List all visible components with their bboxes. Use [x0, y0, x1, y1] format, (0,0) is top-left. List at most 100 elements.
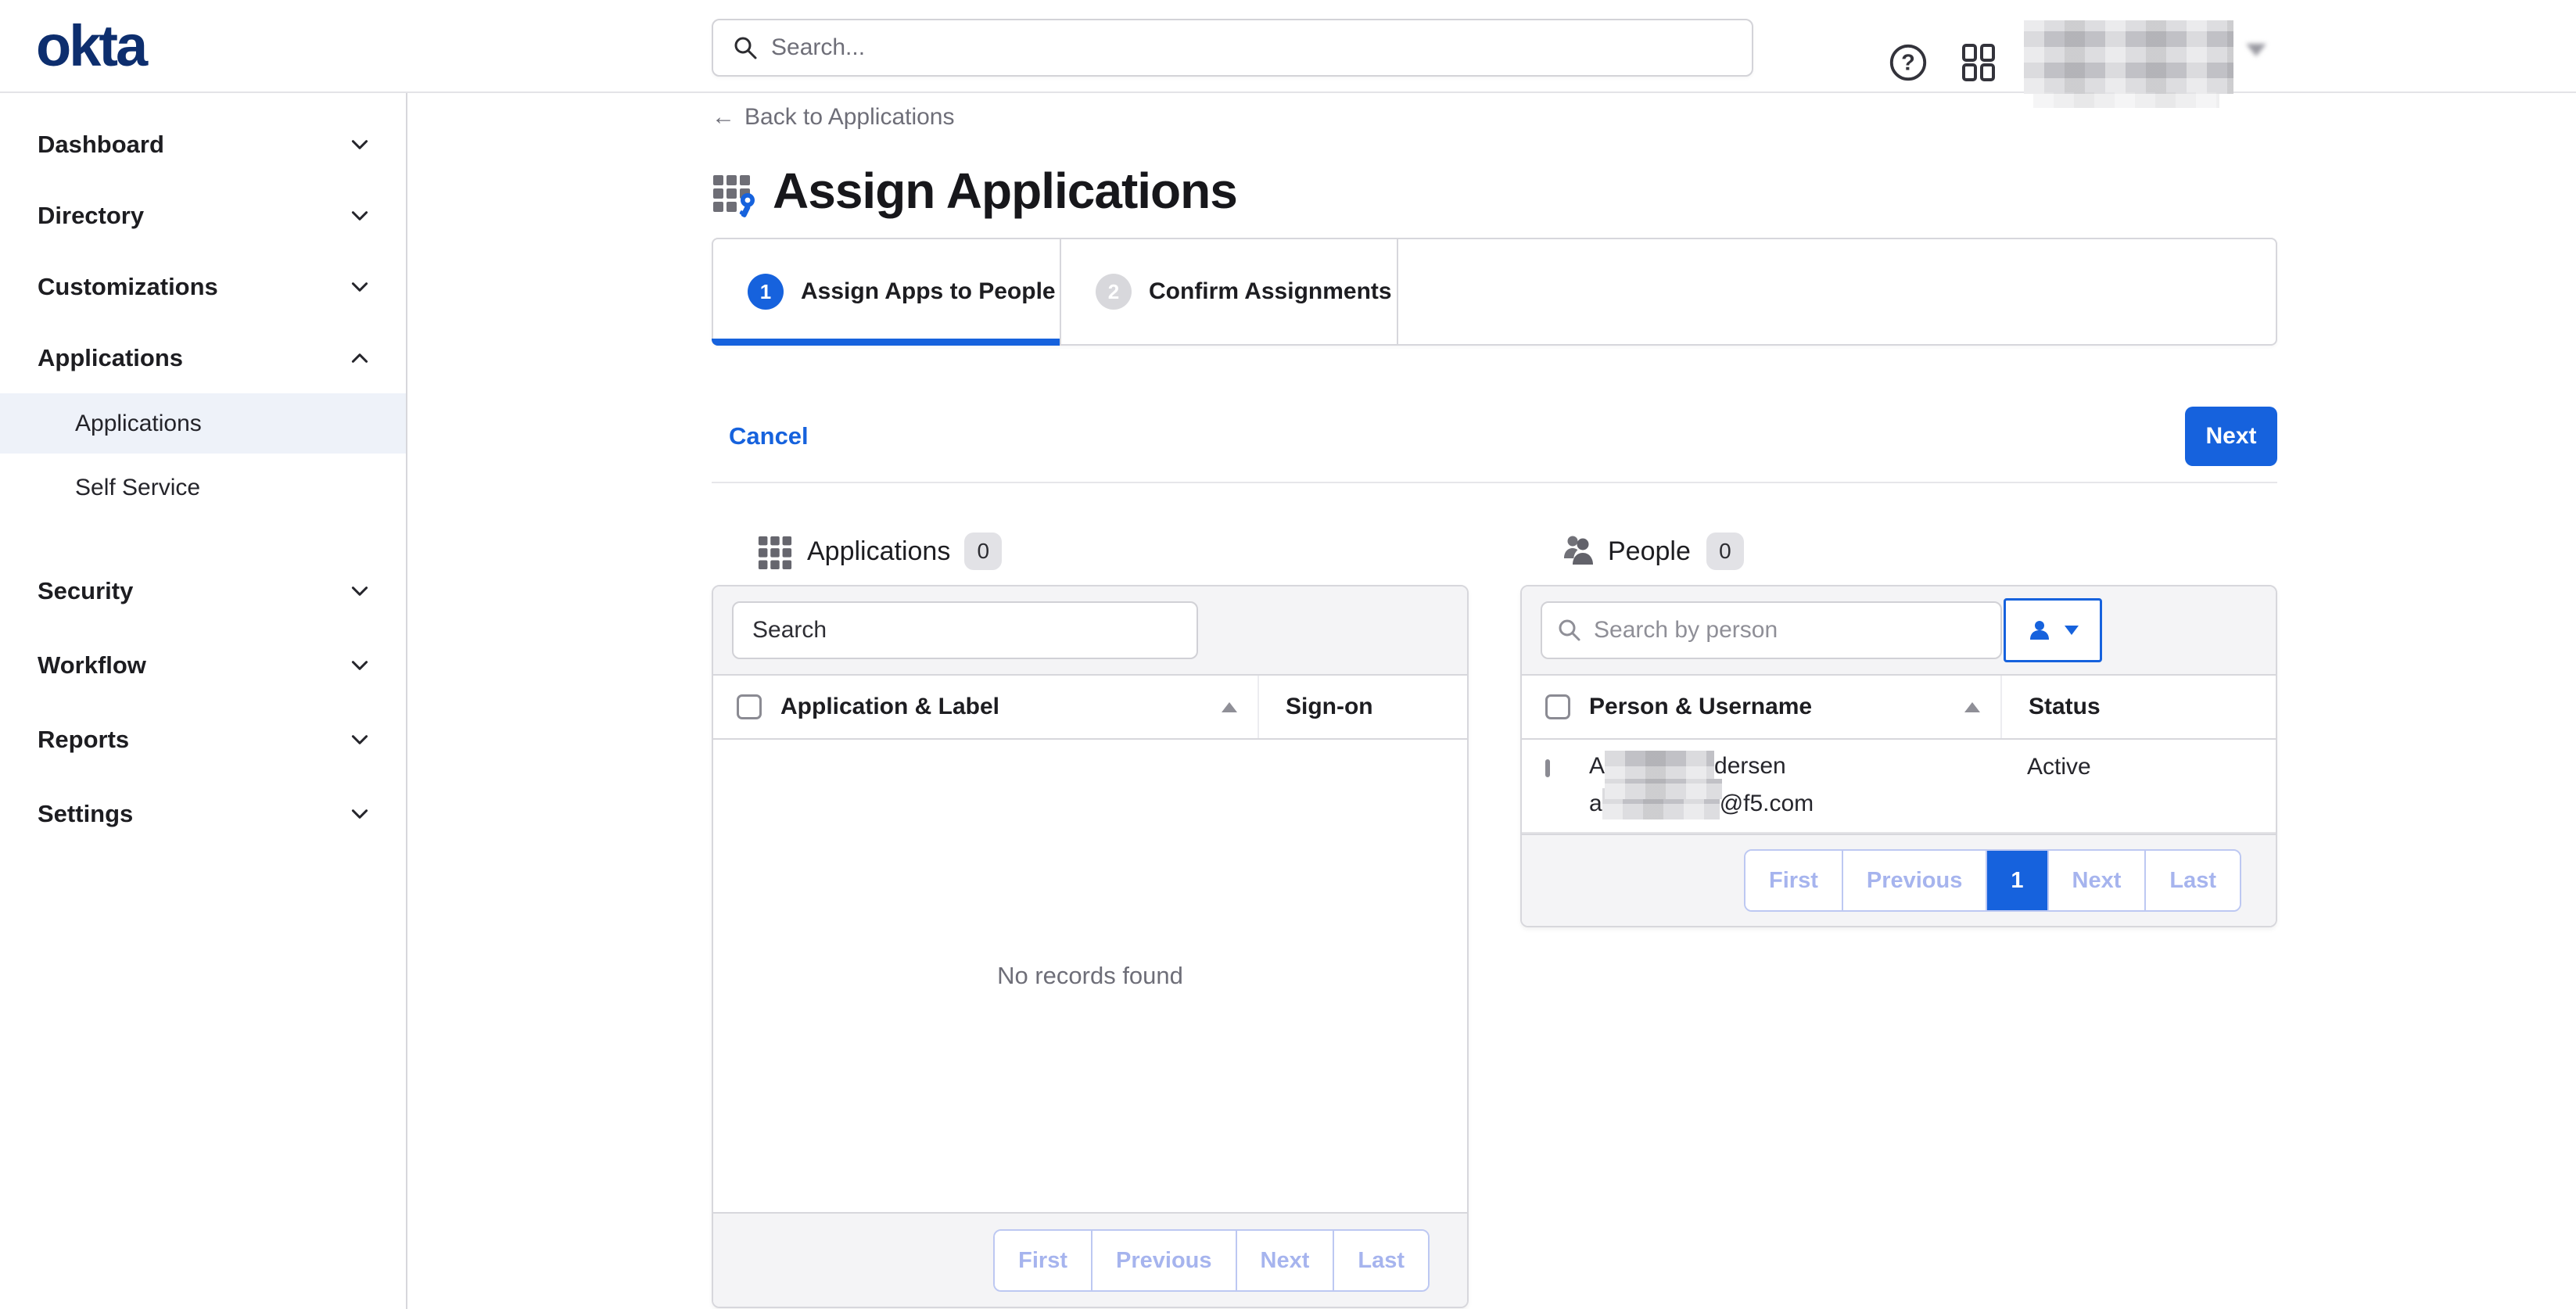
sidebar-item-dashboard[interactable]: Dashboard: [0, 109, 406, 180]
name-redacted-blur: [1605, 751, 1714, 782]
pagination-first-button[interactable]: First: [995, 1231, 1091, 1290]
search-icon: [732, 34, 759, 61]
chevron-down-icon: [348, 579, 371, 603]
sidebar-item-workflow[interactable]: Workflow: [0, 628, 406, 702]
pagination-next-button[interactable]: Next: [2047, 851, 2145, 910]
person-row[interactable]: A dersen a @f5.com: [1522, 740, 2276, 834]
sort-ascending-icon[interactable]: [1222, 702, 1237, 712]
help-button[interactable]: ?: [1886, 41, 1930, 84]
column-sign-on[interactable]: Sign-on: [1258, 676, 1467, 738]
sidebar-item-customizations[interactable]: Customizations: [0, 251, 406, 322]
applications-count-badge: 0: [964, 533, 1002, 570]
sidebar-item-label: Dashboard: [38, 131, 164, 159]
step-tab-confirm-assignments[interactable]: 2 Confirm Assignments: [1061, 239, 1398, 344]
people-panel-heading: People 0: [1520, 525, 2277, 577]
empty-message: No records found: [997, 962, 1183, 990]
global-search-input[interactable]: [771, 34, 1733, 61]
email-prefix: a: [1589, 791, 1602, 817]
applications-search-bar: [713, 586, 1467, 676]
back-arrow-icon: ←: [712, 104, 735, 131]
people-panel: Person & Username Status: [1520, 585, 2277, 927]
pagination-previous-button[interactable]: Previous: [1091, 1231, 1236, 1290]
page-title: Assign Applications: [773, 165, 1237, 217]
pagination-first-button[interactable]: First: [1745, 851, 1842, 910]
step-number-badge: 2: [1096, 274, 1132, 310]
topbar: okta ?: [0, 0, 2576, 93]
person-filter-dropdown[interactable]: [2004, 598, 2102, 662]
global-search[interactable]: [712, 19, 1753, 77]
select-all-checkbox[interactable]: [1545, 694, 1570, 719]
people-table-header: Person & Username Status: [1522, 676, 2276, 740]
sidebar-item-applications[interactable]: Applications: [0, 322, 406, 393]
user-menu-caret-icon[interactable]: [2246, 44, 2266, 56]
email-suffix: @f5.com: [1720, 791, 1814, 817]
pagination-last-button[interactable]: Last: [1333, 1231, 1428, 1290]
applications-empty-state: No records found: [713, 740, 1467, 1212]
user-account-redacted-band: [2033, 92, 2219, 108]
sidebar-item-label: Applications: [38, 344, 183, 372]
select-all-checkbox[interactable]: [737, 694, 762, 719]
okta-logo: okta: [36, 17, 145, 75]
pagination-next-button[interactable]: Next: [1236, 1231, 1333, 1290]
sidebar-item-label: Customizations: [38, 273, 218, 301]
applications-grid-icon: [757, 533, 793, 569]
chevron-down-icon: [348, 204, 371, 228]
column-status[interactable]: Status: [2000, 676, 2276, 738]
pagination-previous-button[interactable]: Previous: [1842, 851, 1986, 910]
sidebar-subitem-applications[interactable]: Applications: [0, 393, 406, 454]
sidebar-spacer: [0, 522, 406, 554]
people-table-footer: First Previous 1 Next Last: [1522, 834, 2276, 926]
user-account-redacted[interactable]: [2024, 20, 2233, 94]
next-button[interactable]: Next: [2185, 407, 2277, 466]
assign-applications-icon: [712, 169, 759, 217]
header-checkbox-cell: [1522, 676, 1573, 738]
redacted-blur: [1605, 779, 1722, 799]
column-label: Status: [2029, 694, 2101, 720]
people-count-badge: 0: [1706, 533, 1744, 570]
column-person-username[interactable]: Person & Username: [1573, 676, 2000, 738]
sidebar-item-directory[interactable]: Directory: [0, 180, 406, 251]
row-checkbox[interactable]: [1545, 759, 1550, 777]
applications-panel-heading: Applications 0: [712, 525, 1469, 577]
sidebar-item-label: Settings: [38, 800, 133, 828]
app-switcher-grid-icon: [1957, 41, 2000, 84]
name-suffix: dersen: [1714, 753, 1786, 780]
sidebar-item-reports[interactable]: Reports: [0, 702, 406, 776]
cancel-link[interactable]: Cancel: [729, 422, 809, 450]
svg-text:?: ?: [1901, 51, 1915, 76]
back-to-applications-link[interactable]: ← Back to Applications: [712, 104, 955, 131]
search-icon: [1556, 617, 1583, 644]
sidebar-subitem-self-service[interactable]: Self Service: [0, 454, 406, 522]
people-search-input[interactable]: [1541, 601, 2002, 659]
pagination-page-1-button[interactable]: 1: [1986, 851, 2047, 910]
sidebar-item-label: Directory: [38, 202, 144, 230]
caret-down-icon: [2065, 626, 2079, 635]
sidebar-item-settings[interactable]: Settings: [0, 776, 406, 851]
question-circle-icon: ?: [1887, 41, 1929, 84]
person-icon: [2027, 618, 2052, 643]
sidebar-item-security[interactable]: Security: [0, 554, 406, 628]
step-tab-assign-apps[interactable]: 1 Assign Apps to People: [713, 239, 1061, 344]
sort-ascending-icon[interactable]: [1964, 702, 1980, 712]
step-label: Assign Apps to People: [801, 278, 1056, 305]
person-name-cell: A dersen a @f5.com: [1573, 740, 2000, 832]
back-link-label: Back to Applications: [744, 104, 955, 131]
chevron-down-icon: [348, 654, 371, 677]
actions-row: Cancel Next: [712, 407, 2277, 466]
sidebar-subitem-label: Self Service: [75, 475, 200, 501]
sidebar-item-label: Reports: [38, 726, 129, 754]
people-search-bar: [1522, 586, 2276, 676]
app-switcher-button[interactable]: [1957, 41, 2000, 84]
person-status: Active: [2000, 740, 2276, 832]
step-number-badge: 1: [748, 274, 784, 310]
chevron-up-icon: [348, 346, 371, 370]
pagination-last-button[interactable]: Last: [2144, 851, 2240, 910]
sidebar-item-label: Security: [38, 577, 133, 605]
column-application-label[interactable]: Application & Label: [765, 676, 1258, 738]
sidebar-subitem-label: Applications: [75, 411, 202, 437]
applications-pagination: First Previous Next Last: [993, 1229, 1430, 1292]
applications-search-input[interactable]: [732, 601, 1198, 659]
main-content: ← Back to Applications: [409, 93, 2576, 1309]
people-section: People 0: [1520, 525, 2277, 1308]
applications-table-header: Application & Label Sign-on: [713, 676, 1467, 740]
